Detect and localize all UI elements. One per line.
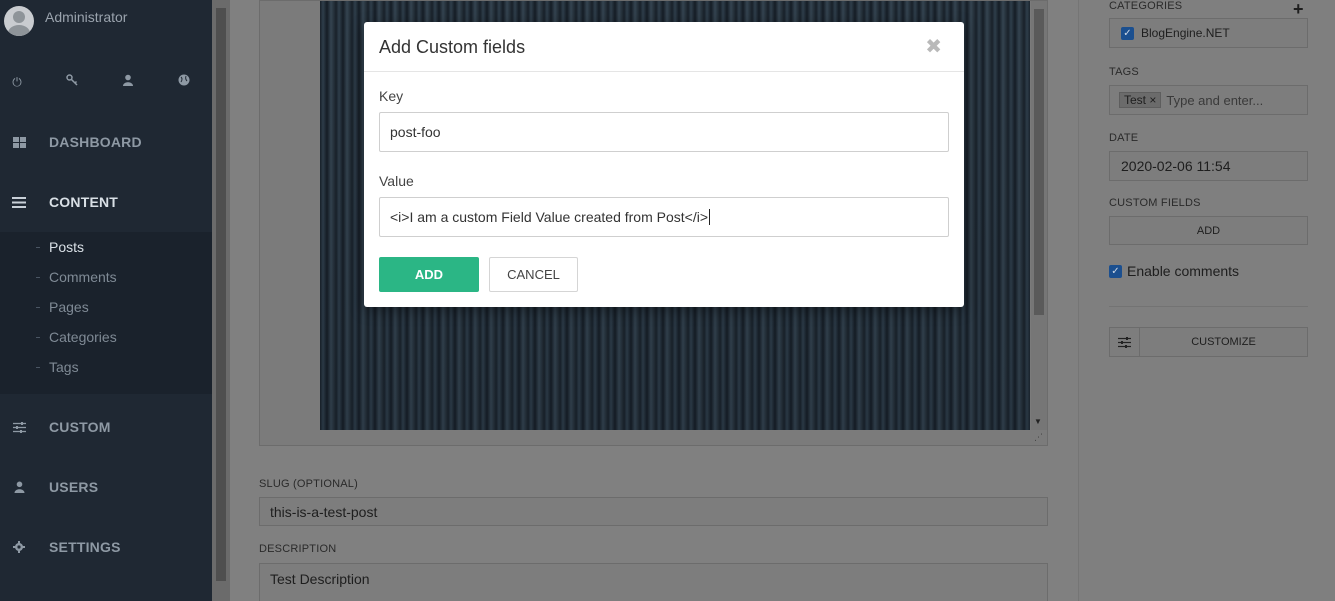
add-custom-fields-modal: Add Custom fields ✖ Key post-foo Value <… bbox=[364, 22, 964, 307]
value-input[interactable]: <i>I am a custom Field Value created fro… bbox=[379, 197, 949, 237]
key-label: Key bbox=[379, 88, 404, 104]
modal-header: Add Custom fields ✖ bbox=[364, 22, 964, 72]
modal-title: Add Custom fields bbox=[379, 37, 526, 57]
key-value: post-foo bbox=[390, 124, 441, 140]
cancel-button-label: CANCEL bbox=[507, 267, 560, 282]
close-icon[interactable]: ✖ bbox=[925, 36, 942, 58]
key-input[interactable]: post-foo bbox=[379, 112, 949, 152]
cancel-button[interactable]: CANCEL bbox=[489, 257, 578, 292]
add-button-label: ADD bbox=[414, 267, 444, 282]
add-button[interactable]: ADD bbox=[379, 257, 479, 292]
value-text: <i>I am a custom Field Value created fro… bbox=[390, 209, 709, 225]
value-label: Value bbox=[379, 173, 414, 189]
text-cursor bbox=[709, 209, 711, 225]
